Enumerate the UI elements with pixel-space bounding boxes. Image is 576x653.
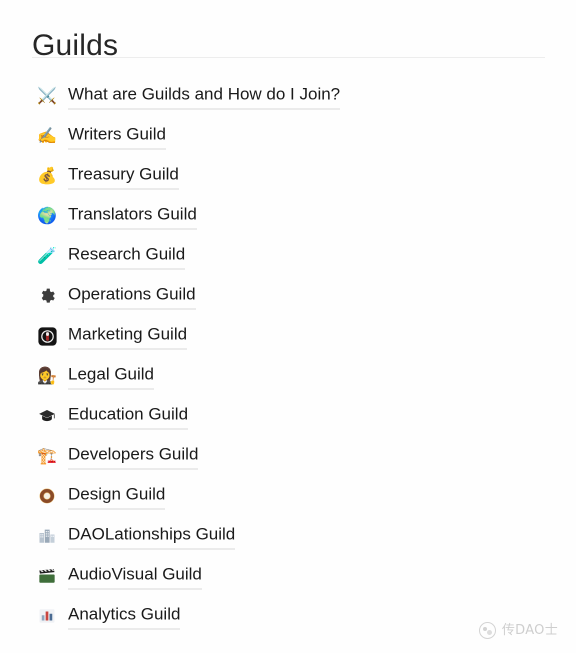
list-item[interactable]: ⚔️ What are Guilds and How do I Join?	[0, 76, 576, 116]
writing-hand-icon: ✍️	[37, 126, 57, 145]
watermark: 传DAO士	[478, 622, 558, 639]
list-item[interactable]: 👩‍⚖️ Legal Guild	[0, 356, 576, 396]
watermark-text: 传DAO士	[501, 623, 558, 638]
guild-link-what-are-guilds[interactable]: What are Guilds and How do I Join?	[68, 83, 341, 110]
judge-icon: 👩‍⚖️	[37, 366, 57, 385]
title-divider	[32, 57, 545, 58]
guild-link-writers[interactable]: Writers Guild	[68, 123, 166, 150]
buildings-icon	[37, 526, 57, 546]
globe-icon: 🌍	[37, 206, 57, 225]
guild-link-treasury[interactable]: Treasury Guild	[68, 163, 179, 190]
guild-link-analytics[interactable]: Analytics Guild	[68, 603, 181, 630]
guild-link-operations[interactable]: Operations Guild	[68, 283, 196, 310]
clapper-board-icon	[37, 566, 57, 586]
guild-link-marketing[interactable]: Marketing Guild	[68, 323, 188, 350]
guild-link-translators[interactable]: Translators Guild	[68, 203, 197, 230]
crossed-swords-icon: ⚔️	[37, 86, 57, 105]
page-title: Guilds	[32, 29, 119, 63]
list-item[interactable]: 🏗️ Developers Guild	[0, 436, 576, 476]
graduation-cap-icon	[37, 406, 57, 426]
list-item[interactable]: 💰 Treasury Guild	[0, 156, 576, 196]
test-tube-icon: 🧪	[37, 246, 57, 265]
guild-link-education[interactable]: Education Guild	[68, 403, 189, 430]
guild-link-legal[interactable]: Legal Guild	[68, 363, 155, 390]
list-item[interactable]: Education Guild	[0, 396, 576, 436]
list-item[interactable]: AudioVisual Guild	[0, 556, 576, 596]
circular-logo-icon	[478, 622, 496, 639]
construction-crane-icon: 🏗️	[37, 446, 57, 465]
document-page: Guilds ⚔️ What are Guilds and How do I J…	[0, 0, 576, 653]
list-item[interactable]: ✍️ Writers Guild	[0, 116, 576, 156]
list-item[interactable]: Operations Guild	[0, 276, 576, 316]
guild-link-developers[interactable]: Developers Guild	[68, 443, 199, 470]
guild-link-audiovisual[interactable]: AudioVisual Guild	[68, 563, 202, 590]
bar-chart-icon	[37, 606, 57, 626]
guild-list: ⚔️ What are Guilds and How do I Join? ✍️…	[0, 76, 576, 636]
money-bag-icon: 💰	[37, 166, 57, 185]
donut-icon	[37, 486, 57, 506]
list-item[interactable]: 🧪 Research Guild	[0, 236, 576, 276]
list-item[interactable]: Design Guild	[0, 476, 576, 516]
gear-icon	[37, 286, 57, 306]
list-item[interactable]: Marketing Guild	[0, 316, 576, 356]
guild-link-research[interactable]: Research Guild	[68, 243, 186, 270]
marketing-badge-icon	[37, 326, 57, 346]
guild-link-design[interactable]: Design Guild	[68, 483, 166, 510]
list-item[interactable]: 🌍 Translators Guild	[0, 196, 576, 236]
list-item[interactable]: DAOLationships Guild	[0, 516, 576, 556]
guild-link-daolationships[interactable]: DAOLationships Guild	[68, 523, 236, 550]
